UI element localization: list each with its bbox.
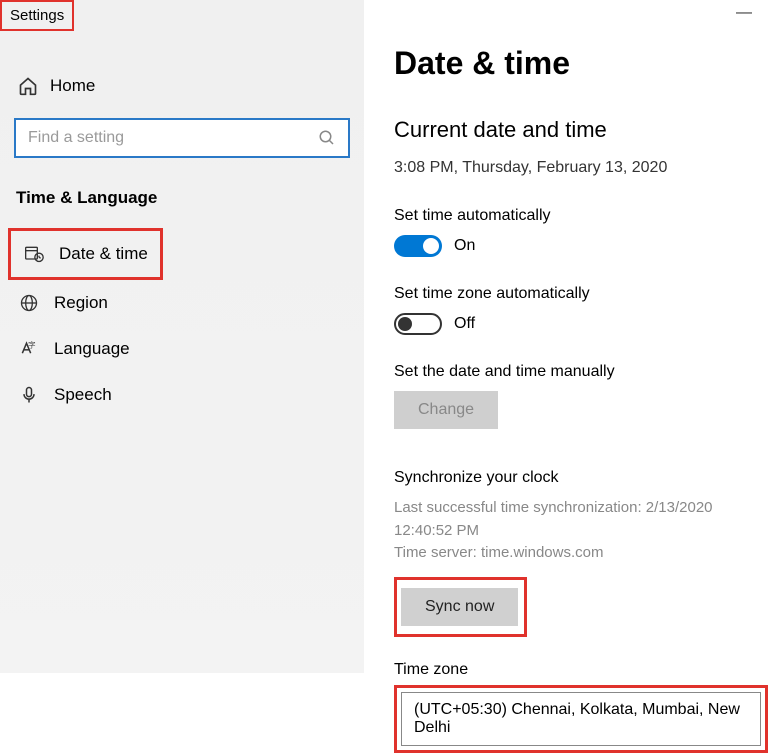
home-label: Home [50,76,95,96]
sidebar-item-speech[interactable]: Speech [0,372,364,418]
svg-text:字: 字 [28,339,35,349]
search-input[interactable] [28,129,318,147]
auto-time-state: On [454,237,475,255]
auto-tz-toggle[interactable] [394,313,442,335]
home-nav[interactable]: Home [0,66,364,106]
search-icon [318,129,336,147]
microphone-icon [18,385,40,405]
sync-now-button[interactable]: Sync now [401,588,518,626]
minimize-button[interactable]: — [736,4,752,22]
sync-last-line: Last successful time synchronization: 2/… [394,497,768,542]
search-box[interactable] [14,118,350,158]
timezone-select[interactable]: (UTC+05:30) Chennai, Kolkata, Mumbai, Ne… [401,692,761,746]
sync-heading: Synchronize your clock [394,469,768,487]
auto-tz-state: Off [454,315,475,333]
change-button: Change [394,391,498,429]
subheading: Current date and time [394,117,768,143]
sidebar-item-label: Language [54,339,130,359]
sidebar-item-label: Speech [54,385,112,405]
language-icon: 字 [18,339,40,359]
sync-server-line: Time server: time.windows.com [394,542,768,565]
sidebar-item-language[interactable]: 字 Language [0,326,364,372]
sidebar-item-label: Region [54,293,108,313]
timezone-label: Time zone [394,661,768,679]
home-icon [18,76,38,96]
sidebar-item-date-time[interactable]: Date & time [8,228,163,280]
page-heading: Date & time [394,45,768,82]
app-title: Settings [0,0,74,31]
sidebar-item-label: Date & time [59,244,148,264]
manual-label: Set the date and time manually [394,363,768,381]
auto-tz-label: Set time zone automatically [394,285,768,303]
section-title: Time & Language [0,180,364,228]
current-time: 3:08 PM, Thursday, February 13, 2020 [394,159,768,177]
calendar-clock-icon [23,244,45,264]
auto-time-toggle[interactable] [394,235,442,257]
auto-time-label: Set time automatically [394,207,768,225]
globe-icon [18,293,40,313]
sidebar-item-region[interactable]: Region [0,280,364,326]
